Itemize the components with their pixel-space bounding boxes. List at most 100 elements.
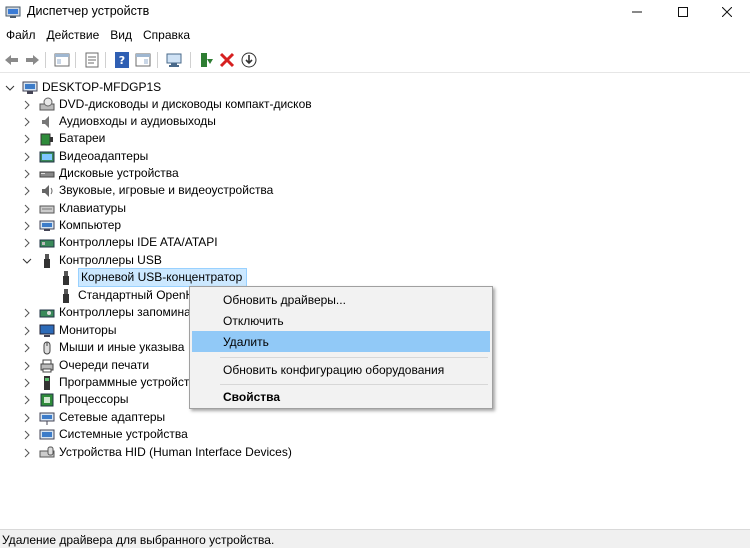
tree-item-usb-controllers[interactable]: Контроллеры USB bbox=[22, 252, 162, 269]
window-title: Диспетчер устройств bbox=[27, 4, 150, 18]
menu-item-update-drivers[interactable]: Обновить драйверы... bbox=[192, 289, 490, 310]
chevron-right-icon[interactable] bbox=[22, 169, 32, 179]
tree-item-hid-devices[interactable]: Устройства HID (Human Interface Devices) bbox=[22, 444, 292, 461]
tree-item-ide-controllers[interactable]: Контроллеры IDE ATA/ATAPI bbox=[22, 234, 218, 251]
tree-item-label: Программные устройст bbox=[59, 375, 190, 389]
tree-item-usb-root-hub[interactable]: Корневой USB-концентратор bbox=[58, 268, 248, 287]
tree-item-label: Аудиовходы и аудиовыходы bbox=[59, 114, 216, 128]
chevron-right-icon[interactable] bbox=[22, 186, 32, 196]
menu-item-disable[interactable]: Отключить bbox=[192, 310, 490, 331]
chevron-right-icon[interactable] bbox=[22, 238, 32, 248]
tree-item-keyboards[interactable]: Клавиатуры bbox=[22, 200, 126, 217]
chevron-down-icon[interactable] bbox=[22, 256, 32, 266]
tree-item-print-queues[interactable]: Очереди печати bbox=[22, 357, 149, 374]
status-text: Удаление драйвера для выбранного устройс… bbox=[2, 533, 275, 547]
tree-item-label: Контроллеры IDE ATA/ATAPI bbox=[59, 235, 218, 249]
chevron-right-icon[interactable] bbox=[22, 448, 32, 458]
minimize-button[interactable] bbox=[614, 0, 660, 24]
chevron-right-icon[interactable] bbox=[22, 430, 32, 440]
network-adapter-icon bbox=[39, 410, 55, 426]
context-menu: Обновить драйверы... Отключить Удалить О… bbox=[189, 286, 493, 409]
tree-item-label: Мониторы bbox=[59, 323, 117, 337]
tree-item-label: Контроллеры запомина bbox=[59, 305, 191, 319]
menu-view[interactable]: Вид bbox=[104, 25, 137, 47]
chevron-right-icon[interactable] bbox=[22, 361, 32, 371]
chevron-right-icon[interactable] bbox=[22, 343, 32, 353]
tree-item-label: Очереди печати bbox=[59, 358, 150, 372]
chevron-right-icon[interactable] bbox=[22, 395, 32, 405]
speaker-icon bbox=[39, 114, 55, 130]
tree-item-system-devices[interactable]: Системные устройства bbox=[22, 426, 188, 443]
menu-action[interactable]: Действие bbox=[41, 25, 105, 47]
tree-item-storage-controllers[interactable]: Контроллеры запомина bbox=[22, 304, 191, 321]
menu-item-uninstall[interactable]: Удалить bbox=[192, 331, 490, 352]
chevron-right-icon[interactable] bbox=[22, 413, 32, 423]
tree-item-label: Видеоадаптеры bbox=[59, 149, 149, 163]
system-device-icon bbox=[39, 427, 55, 443]
download-icon[interactable] bbox=[240, 51, 258, 69]
tree-item-disk-drives[interactable]: Дисковые устройства bbox=[22, 165, 179, 182]
tree-item-label: Батареи bbox=[59, 131, 106, 145]
svg-text:?: ? bbox=[119, 54, 125, 67]
chevron-right-icon[interactable] bbox=[22, 152, 32, 162]
tree-item-label: Звуковые, игровые и видеоустройства bbox=[59, 183, 274, 197]
tree-item-mice[interactable]: Мыши и иные указыва bbox=[22, 339, 184, 356]
status-bar: Удаление драйвера для выбранного устройс… bbox=[0, 529, 750, 548]
uninstall-icon[interactable] bbox=[218, 51, 236, 69]
tree-item-computer[interactable]: Компьютер bbox=[22, 217, 121, 234]
menu-file[interactable]: Файл bbox=[0, 25, 41, 47]
chevron-right-icon[interactable] bbox=[22, 117, 32, 127]
tree-item-label: Клавиатуры bbox=[59, 201, 126, 215]
software-device-icon bbox=[39, 375, 55, 391]
mouse-icon bbox=[39, 340, 55, 356]
chevron-right-icon[interactable] bbox=[22, 378, 32, 388]
device-manager-icon bbox=[5, 4, 21, 20]
computer-icon bbox=[39, 218, 55, 234]
chevron-right-icon[interactable] bbox=[22, 134, 32, 144]
properties-icon[interactable] bbox=[83, 51, 101, 69]
show-hide-console-tree-icon[interactable] bbox=[53, 51, 71, 69]
menu-item-scan-hardware-changes[interactable]: Обновить конфигурацию оборудования bbox=[192, 359, 490, 380]
maximize-button[interactable] bbox=[660, 0, 706, 24]
action-pane-icon[interactable] bbox=[134, 51, 152, 69]
title-bar: Диспетчер устройств bbox=[0, 0, 750, 24]
scan-hardware-icon[interactable] bbox=[165, 51, 183, 69]
tree-item-sound-devices[interactable]: Звуковые, игровые и видеоустройства bbox=[22, 182, 273, 199]
menu-separator bbox=[220, 384, 488, 385]
tree-root-label: DESKTOP-MFDGP1S bbox=[42, 80, 162, 94]
keyboard-icon bbox=[39, 201, 55, 217]
tree-item-network-adapters[interactable]: Сетевые адаптеры bbox=[22, 409, 165, 426]
tree-item-audio-io[interactable]: Аудиовходы и аудиовыходы bbox=[22, 113, 216, 130]
tree-item-dvd[interactable]: DVD-дисководы и дисководы компакт-дисков bbox=[22, 96, 312, 113]
help-icon[interactable]: ? bbox=[113, 51, 131, 69]
chevron-right-icon[interactable] bbox=[22, 308, 32, 318]
tree-item-batteries[interactable]: Батареи bbox=[22, 130, 105, 147]
toolbar: ? bbox=[0, 48, 750, 73]
tree-item-label-selected: Корневой USB-концентратор bbox=[78, 268, 248, 287]
tree-item-label: Устройства HID (Human Interface Devices) bbox=[59, 445, 292, 459]
display-adapter-icon bbox=[39, 149, 55, 165]
close-button[interactable] bbox=[704, 0, 750, 24]
forward-arrow-icon[interactable] bbox=[23, 51, 41, 69]
chevron-right-icon[interactable] bbox=[22, 221, 32, 231]
tree-item-standard-openhci[interactable]: Стандартный OpenH bbox=[58, 287, 194, 304]
tree-item-software-devices[interactable]: Программные устройст bbox=[22, 374, 189, 391]
tree-item-monitors[interactable]: Мониторы bbox=[22, 322, 116, 339]
tree-item-label: Дисковые устройства bbox=[59, 166, 179, 180]
printer-icon bbox=[39, 358, 55, 374]
chevron-right-icon[interactable] bbox=[22, 326, 32, 336]
menu-item-properties[interactable]: Свойства bbox=[192, 386, 490, 407]
tree-item-processors[interactable]: Процессоры bbox=[22, 391, 129, 408]
tree-item-display-adapters[interactable]: Видеоадаптеры bbox=[22, 148, 148, 165]
tree-item-label: Системные устройства bbox=[59, 427, 188, 441]
chevron-right-icon[interactable] bbox=[22, 100, 32, 110]
update-driver-icon[interactable] bbox=[197, 51, 215, 69]
menu-help[interactable]: Справка bbox=[137, 25, 195, 47]
chevron-down-icon[interactable] bbox=[5, 83, 15, 93]
tree-root-row[interactable]: DESKTOP-MFDGP1S bbox=[5, 79, 161, 96]
storage-controller-icon bbox=[39, 305, 55, 321]
chevron-right-icon[interactable] bbox=[22, 204, 32, 214]
tree-item-label: Мыши и иные указыва bbox=[59, 340, 185, 354]
back-arrow-icon[interactable] bbox=[3, 51, 21, 69]
menu-bar: Файл Действие Вид Справка bbox=[0, 25, 750, 47]
